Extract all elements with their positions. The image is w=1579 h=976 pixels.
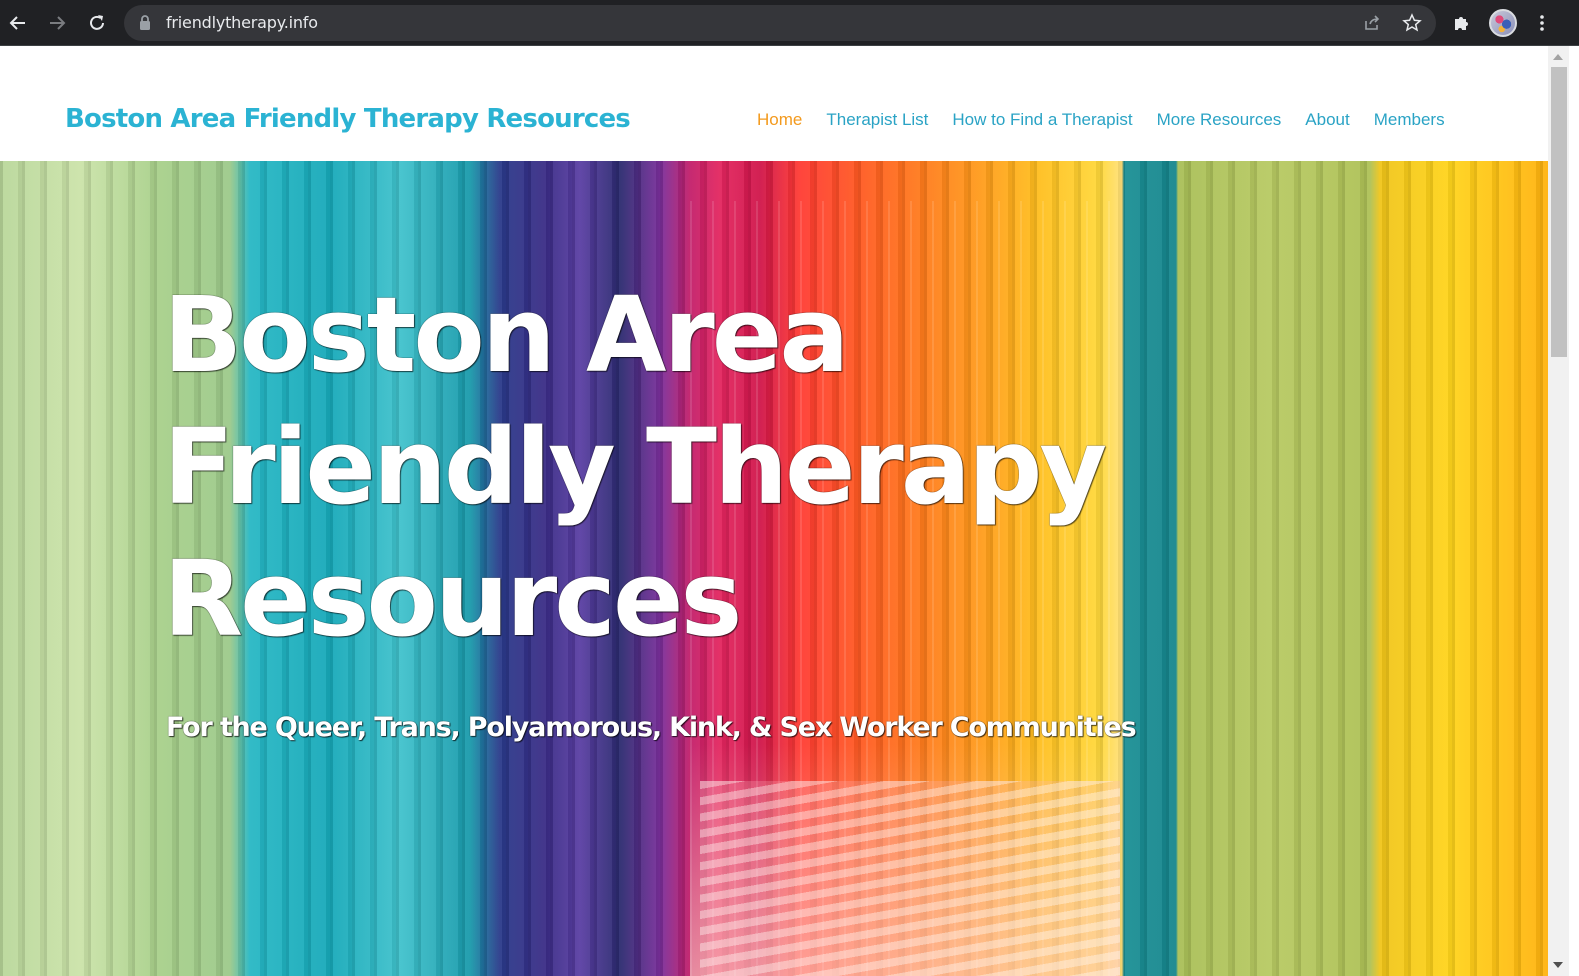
- extensions-button[interactable]: [1446, 7, 1478, 39]
- hero-banner: Boston Area Friendly Therapy Resources F…: [0, 161, 1548, 976]
- arrow-right-icon: [50, 16, 66, 30]
- hero-subtitle: For the Queer, Trans, Polyamorous, Kink,…: [166, 712, 1137, 743]
- scroll-down-arrow-icon[interactable]: [1553, 962, 1563, 968]
- vertical-scrollbar[interactable]: [1548, 46, 1569, 976]
- hero-background-floor: [700, 781, 1120, 976]
- lock-icon: [140, 15, 150, 30]
- nav-link-more-resources[interactable]: More Resources: [1157, 110, 1282, 130]
- scrollbar-thumb[interactable]: [1551, 67, 1567, 357]
- browser-toolbar: friendlytherapy.info: [0, 0, 1579, 46]
- forward-button[interactable]: [41, 7, 73, 39]
- share-button[interactable]: [1360, 11, 1384, 35]
- scroll-up-arrow-icon[interactable]: [1553, 54, 1563, 60]
- page-viewport: Boston Area Friendly Therapy Resources H…: [0, 46, 1579, 976]
- avatar[interactable]: [1489, 9, 1517, 37]
- reload-button[interactable]: [81, 7, 113, 39]
- site-nav: Home Therapist List How to Find a Therap…: [757, 110, 1445, 130]
- nav-link-about[interactable]: About: [1305, 110, 1349, 130]
- arrow-left-icon: [9, 16, 25, 30]
- back-button[interactable]: [2, 7, 34, 39]
- share-icon: [1365, 15, 1380, 30]
- nav-link-home[interactable]: Home: [757, 110, 802, 130]
- puzzle-icon: [1455, 17, 1468, 30]
- hero-title: Boston Area Friendly Therapy Resources: [163, 274, 1107, 660]
- url-text: friendlytherapy.info: [166, 13, 318, 32]
- address-bar[interactable]: friendlytherapy.info: [124, 5, 1436, 41]
- site-title[interactable]: Boston Area Friendly Therapy Resources: [65, 101, 631, 137]
- reload-icon: [90, 15, 104, 30]
- window-edge: [1569, 46, 1579, 976]
- star-icon: [1402, 13, 1422, 32]
- nav-link-members[interactable]: Members: [1374, 110, 1445, 130]
- browser-menu-button[interactable]: [1526, 7, 1558, 39]
- nav-link-how-to-find[interactable]: How to Find a Therapist: [952, 110, 1132, 130]
- nav-link-therapist-list[interactable]: Therapist List: [826, 110, 928, 130]
- bookmark-button[interactable]: [1400, 11, 1424, 35]
- kebab-menu-icon: [1540, 15, 1544, 31]
- site-header: Boston Area Friendly Therapy Resources H…: [0, 46, 1548, 161]
